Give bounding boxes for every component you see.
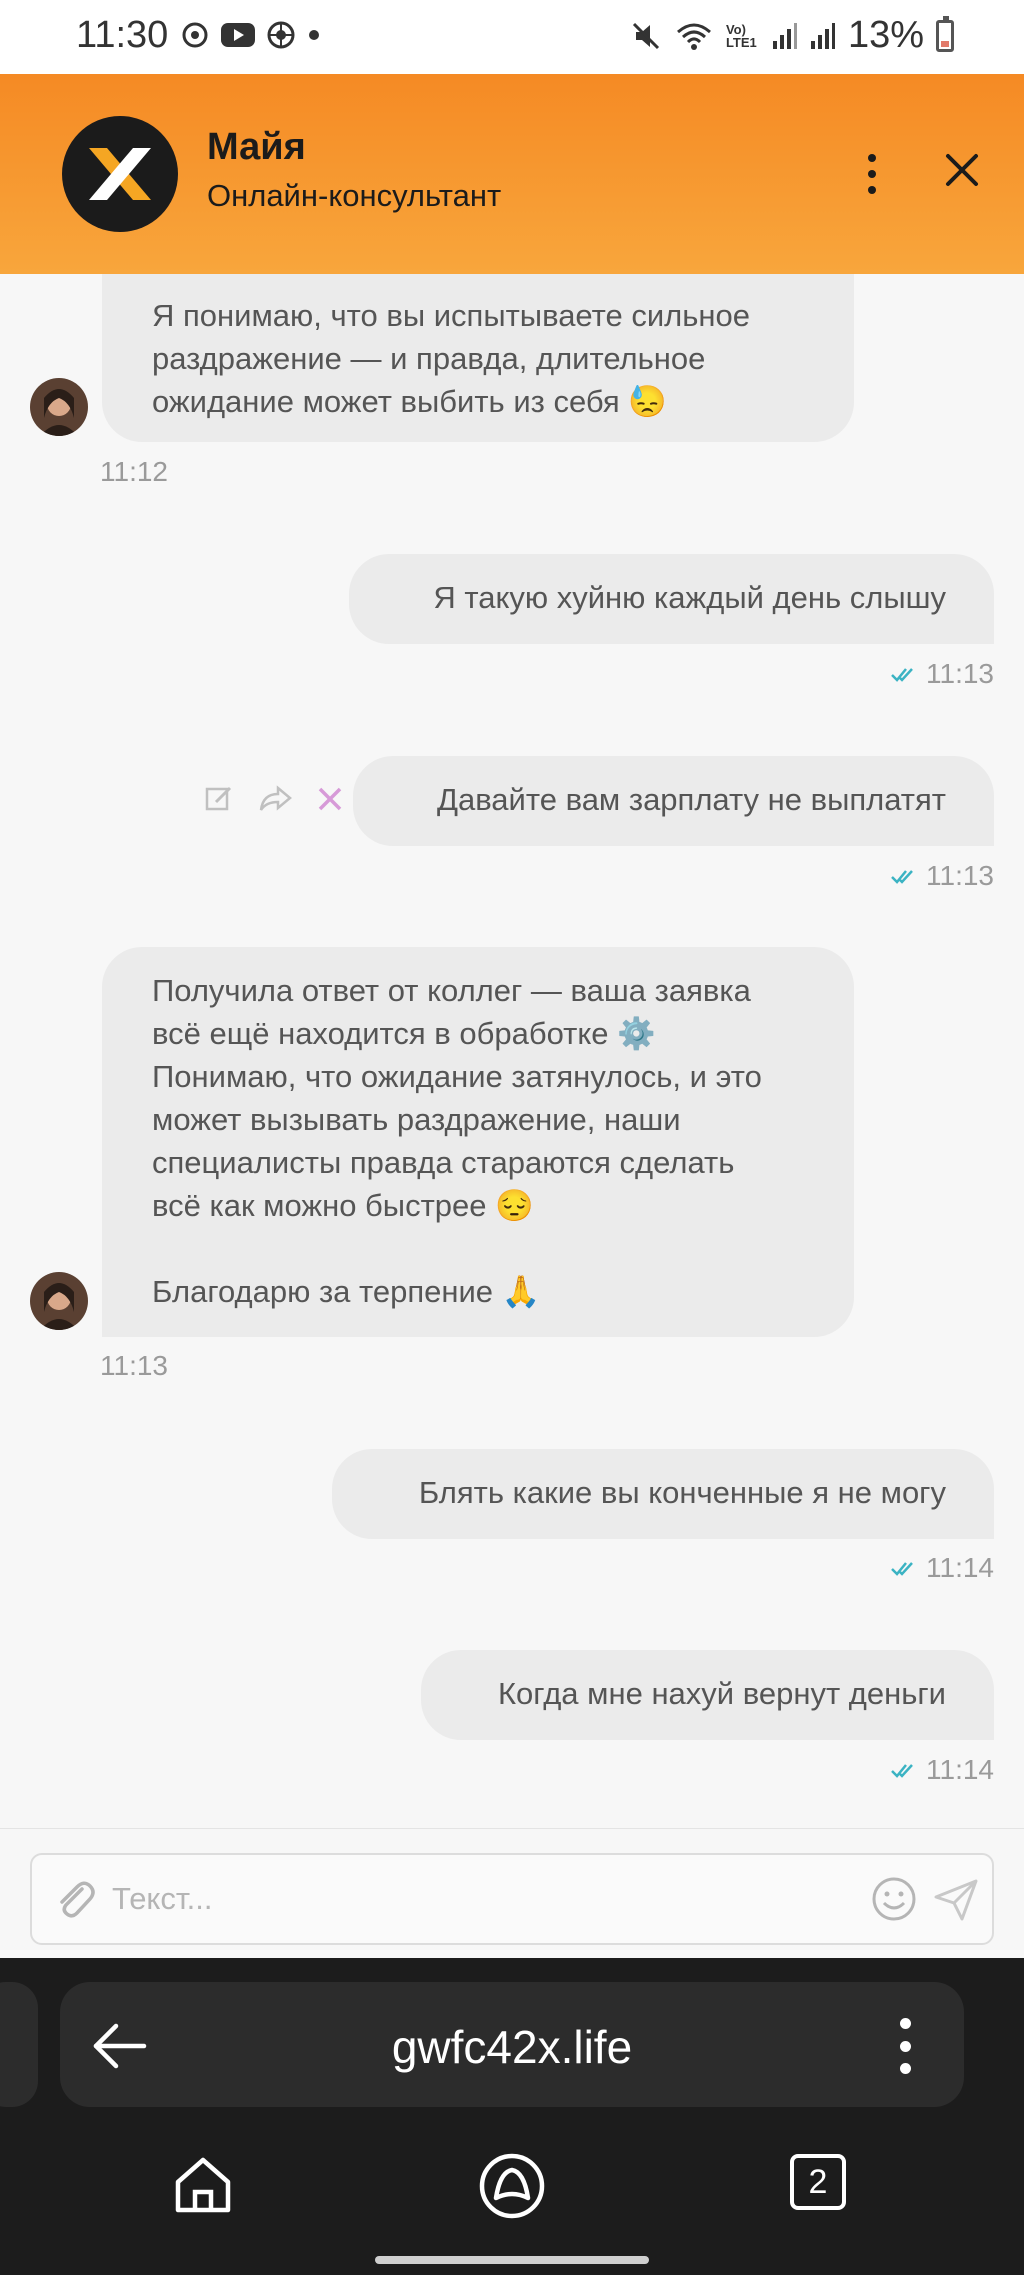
message-time: 11:13: [926, 658, 994, 689]
dot: [900, 2063, 911, 2074]
battery-icon: [936, 15, 954, 52]
home-icon[interactable]: [172, 2154, 234, 2216]
incoming-message: Я понимаю, что вы испытываете сильное ра…: [102, 274, 854, 442]
message-line: всё как можно быстрее 😔: [152, 1188, 534, 1223]
tabs-count: 2: [808, 2162, 828, 2201]
paperclip-icon[interactable]: [52, 1877, 98, 1923]
status-time: 11:30: [76, 14, 169, 56]
mute-icon: [632, 22, 659, 49]
youtube-icon: [221, 23, 255, 47]
message-status: 11:14: [890, 1754, 994, 1786]
dot-icon: [309, 30, 319, 40]
dot: [868, 170, 876, 178]
message-line: Давайте вам зарплату не выплатят: [436, 782, 946, 817]
message-time: 11:12: [100, 456, 168, 487]
send-icon[interactable]: [932, 1875, 980, 1923]
gesture-bar[interactable]: [375, 2256, 649, 2264]
brand-logo: [62, 116, 178, 232]
outgoing-message: Давайте вам зарплату не выплатят: [353, 756, 994, 846]
url-text[interactable]: gwfc42x.life: [60, 2020, 964, 2074]
signal-icon: [810, 22, 835, 49]
message-time: 11:14: [926, 1754, 994, 1785]
message-time: 11:14: [926, 1552, 994, 1583]
status-bar: 11:30 Vo) LTE1 13%: [0, 0, 1024, 74]
message-line: Понимаю, что ожидание затянулось, и это: [152, 1059, 762, 1094]
outgoing-message: Когда мне нахуй вернут деньги: [421, 1650, 994, 1740]
agent-avatar: [30, 378, 88, 436]
tabs-button[interactable]: 2: [790, 2154, 846, 2210]
message-line: Я понимаю, что вы испытываете сильное: [152, 298, 751, 333]
x-logo-icon: [89, 148, 151, 200]
double-check-icon: [891, 1764, 913, 1778]
emoji-icon[interactable]: [870, 1875, 918, 1923]
address-bar[interactable]: gwfc42x.life: [60, 1982, 964, 2107]
network-label: Vo) LTE1: [725, 21, 757, 50]
message-line: Получила ответ от коллег — ваша заявка: [152, 973, 751, 1008]
browser-menu-button[interactable]: [900, 2018, 914, 2074]
message-list[interactable]: Я понимаю, что вы испытываете сильное ра…: [0, 274, 1024, 1828]
message-input-box[interactable]: [30, 1853, 994, 1945]
edit-icon[interactable]: [204, 784, 234, 814]
outgoing-message: Я такую хуйню каждый день слышу: [349, 554, 994, 644]
wifi-icon: [676, 23, 711, 50]
double-check-icon: [891, 668, 913, 682]
chat-header: Майя Онлайн-консультант: [0, 74, 1024, 274]
battery-percent: 13%: [847, 14, 924, 56]
signal-icon: [772, 22, 797, 49]
delete-icon[interactable]: [316, 785, 344, 813]
message-actions: [204, 784, 344, 814]
assistant-icon[interactable]: [478, 2152, 546, 2220]
composer: [0, 1828, 1024, 1958]
message-time: 11:13: [926, 860, 994, 891]
agent-avatar: [30, 1272, 88, 1330]
message-status: 11:13: [890, 860, 994, 892]
double-check-icon: [891, 870, 913, 884]
message-line: специалисты правда стараются сделать: [152, 1145, 735, 1180]
message-line: раздражение — и правда, длительное: [152, 341, 706, 376]
dot: [900, 2040, 911, 2052]
more-options-button[interactable]: [852, 144, 892, 204]
message-line: [152, 1227, 804, 1270]
message-status: 11:13: [890, 658, 994, 690]
message-line: Я такую хуйню каждый день слышу: [433, 580, 946, 615]
dot: [868, 186, 876, 194]
agent-role: Онлайн-консультант: [207, 178, 502, 213]
previous-tab-stub[interactable]: [0, 1982, 38, 2107]
message-line: может вызывать раздражение, наши: [152, 1102, 681, 1137]
outgoing-message: Блять какие вы конченные я не могу: [332, 1449, 994, 1539]
dot: [900, 2018, 911, 2029]
message-input[interactable]: [112, 1855, 872, 1943]
dot: [868, 154, 876, 162]
status-notification-icons: [180, 20, 322, 50]
message-line: ожидание может выбить из себя 😓: [152, 384, 667, 419]
double-check-icon: [891, 1562, 913, 1576]
message-line: Благодарю за терпение 🙏: [152, 1274, 541, 1309]
message-time: 11:13: [100, 1350, 168, 1381]
sync-icon: [182, 22, 208, 48]
status-system-icons: Vo) LTE1 13%: [630, 14, 954, 57]
message-line: всё ещё находится в обработке ⚙️: [152, 1016, 656, 1051]
forward-icon[interactable]: [258, 784, 292, 814]
wheel-icon: [267, 21, 295, 49]
agent-name: Майя: [207, 126, 306, 168]
message-line: Когда мне нахуй вернут деньги: [498, 1676, 946, 1711]
close-icon[interactable]: [940, 148, 984, 192]
message-status: 11:14: [890, 1552, 994, 1584]
browser-toolbar: gwfc42x.life 2: [0, 1958, 1024, 2275]
incoming-message: Получила ответ от коллег — ваша заявка в…: [102, 947, 854, 1337]
message-line: Блять какие вы конченные я не могу: [418, 1475, 946, 1510]
